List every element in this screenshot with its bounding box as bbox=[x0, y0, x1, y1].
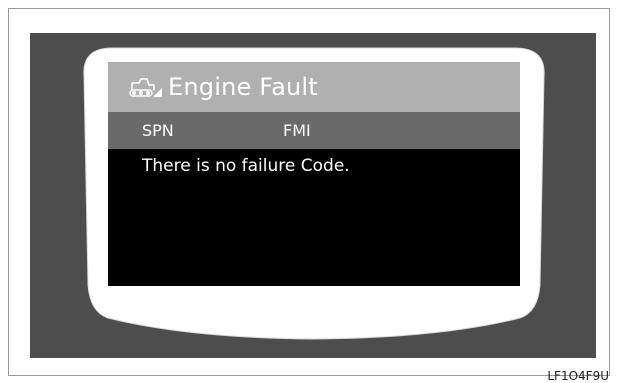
title-bar: Engine Fault bbox=[108, 62, 520, 112]
column-header-bar: SPN FMI bbox=[108, 112, 520, 149]
bulldozer-warning-icon bbox=[129, 78, 162, 97]
column-header-fmi: FMI bbox=[283, 121, 311, 140]
column-header-spn: SPN bbox=[142, 121, 174, 140]
display-screen: Engine Fault SPN FMI There is no failure… bbox=[108, 62, 520, 286]
screen-title: Engine Fault bbox=[168, 73, 318, 101]
no-failure-message: There is no failure Code. bbox=[142, 156, 350, 176]
figure-code: LF1O4F9U bbox=[547, 369, 609, 383]
